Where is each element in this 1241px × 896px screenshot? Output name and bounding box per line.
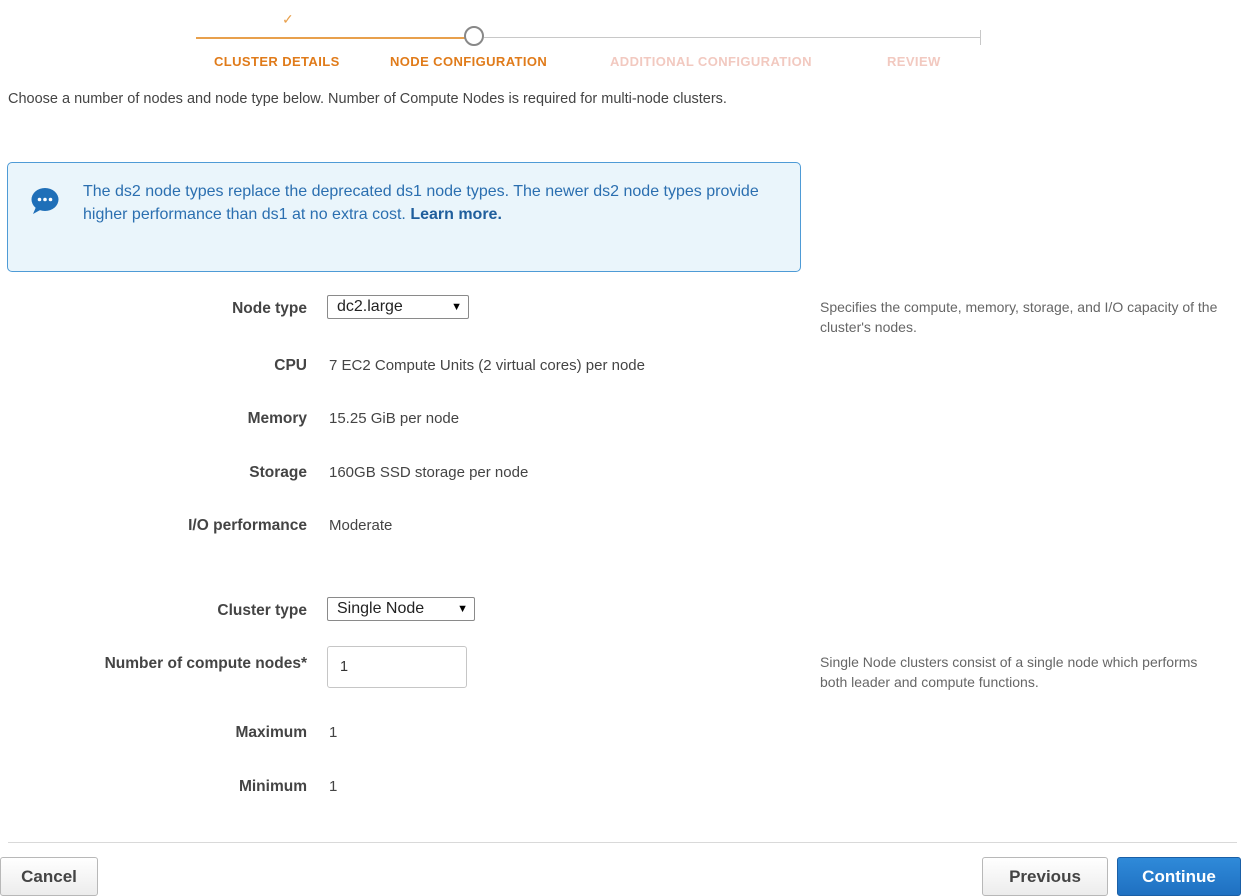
node-type-label: Node type <box>232 300 307 317</box>
previous-button[interactable]: Previous <box>982 857 1108 896</box>
maximum-value: 1 <box>329 724 338 741</box>
node-type-value: dc2.large <box>337 298 403 315</box>
storage-value: 160GB SSD storage per node <box>329 464 529 481</box>
cluster-type-value: Single Node <box>337 600 425 617</box>
compute-nodes-label: Number of compute nodes* <box>104 655 307 672</box>
minimum-value: 1 <box>329 778 338 795</box>
node-type-select[interactable]: dc2.large ▼ <box>327 295 469 319</box>
progress-track-end <box>980 30 981 45</box>
step-review: REVIEW <box>887 54 941 69</box>
learn-more-link[interactable]: Learn more. <box>410 206 502 223</box>
cluster-type-help: Single Node clusters consist of a single… <box>820 654 1198 690</box>
wizard-progress: ✓ CLUSTER DETAILS NODE CONFIGURATION ADD… <box>0 0 1241 80</box>
cpu-label: CPU <box>274 357 307 374</box>
dropdown-arrow-icon: ▼ <box>451 301 462 313</box>
compute-nodes-input[interactable] <box>327 646 467 688</box>
memory-value: 15.25 GiB per node <box>329 410 460 427</box>
cancel-button[interactable]: Cancel <box>0 857 98 896</box>
io-performance-value: Moderate <box>329 517 393 534</box>
continue-button[interactable]: Continue <box>1117 857 1241 896</box>
footer-divider <box>8 842 1237 843</box>
check-icon: ✓ <box>282 11 294 27</box>
memory-label: Memory <box>247 410 307 427</box>
dropdown-arrow-icon: ▼ <box>457 603 468 615</box>
chat-bubble-icon <box>31 188 59 214</box>
cluster-type-select[interactable]: Single Node ▼ <box>327 597 475 621</box>
step-additional-configuration: ADDITIONAL CONFIGURATION <box>610 54 812 69</box>
node-type-help: Specifies the compute, memory, storage, … <box>820 299 1218 335</box>
progress-track-remaining <box>484 37 981 38</box>
step-cluster-details[interactable]: CLUSTER DETAILS <box>214 54 340 69</box>
maximum-label: Maximum <box>235 724 308 741</box>
cpu-value: 7 EC2 Compute Units (2 virtual cores) pe… <box>329 357 645 374</box>
current-step-indicator <box>464 26 484 46</box>
cluster-type-label: Cluster type <box>217 602 307 619</box>
info-banner: The ds2 node types replace the deprecate… <box>7 162 801 272</box>
info-message: The ds2 node types replace the deprecate… <box>83 180 783 226</box>
minimum-label: Minimum <box>238 778 307 795</box>
intro-text: Choose a number of nodes and node type b… <box>8 91 727 107</box>
progress-track-completed <box>196 37 470 39</box>
step-node-configuration: NODE CONFIGURATION <box>390 54 548 69</box>
storage-label: Storage <box>249 464 307 481</box>
io-performance-label: I/O performance <box>188 517 307 534</box>
